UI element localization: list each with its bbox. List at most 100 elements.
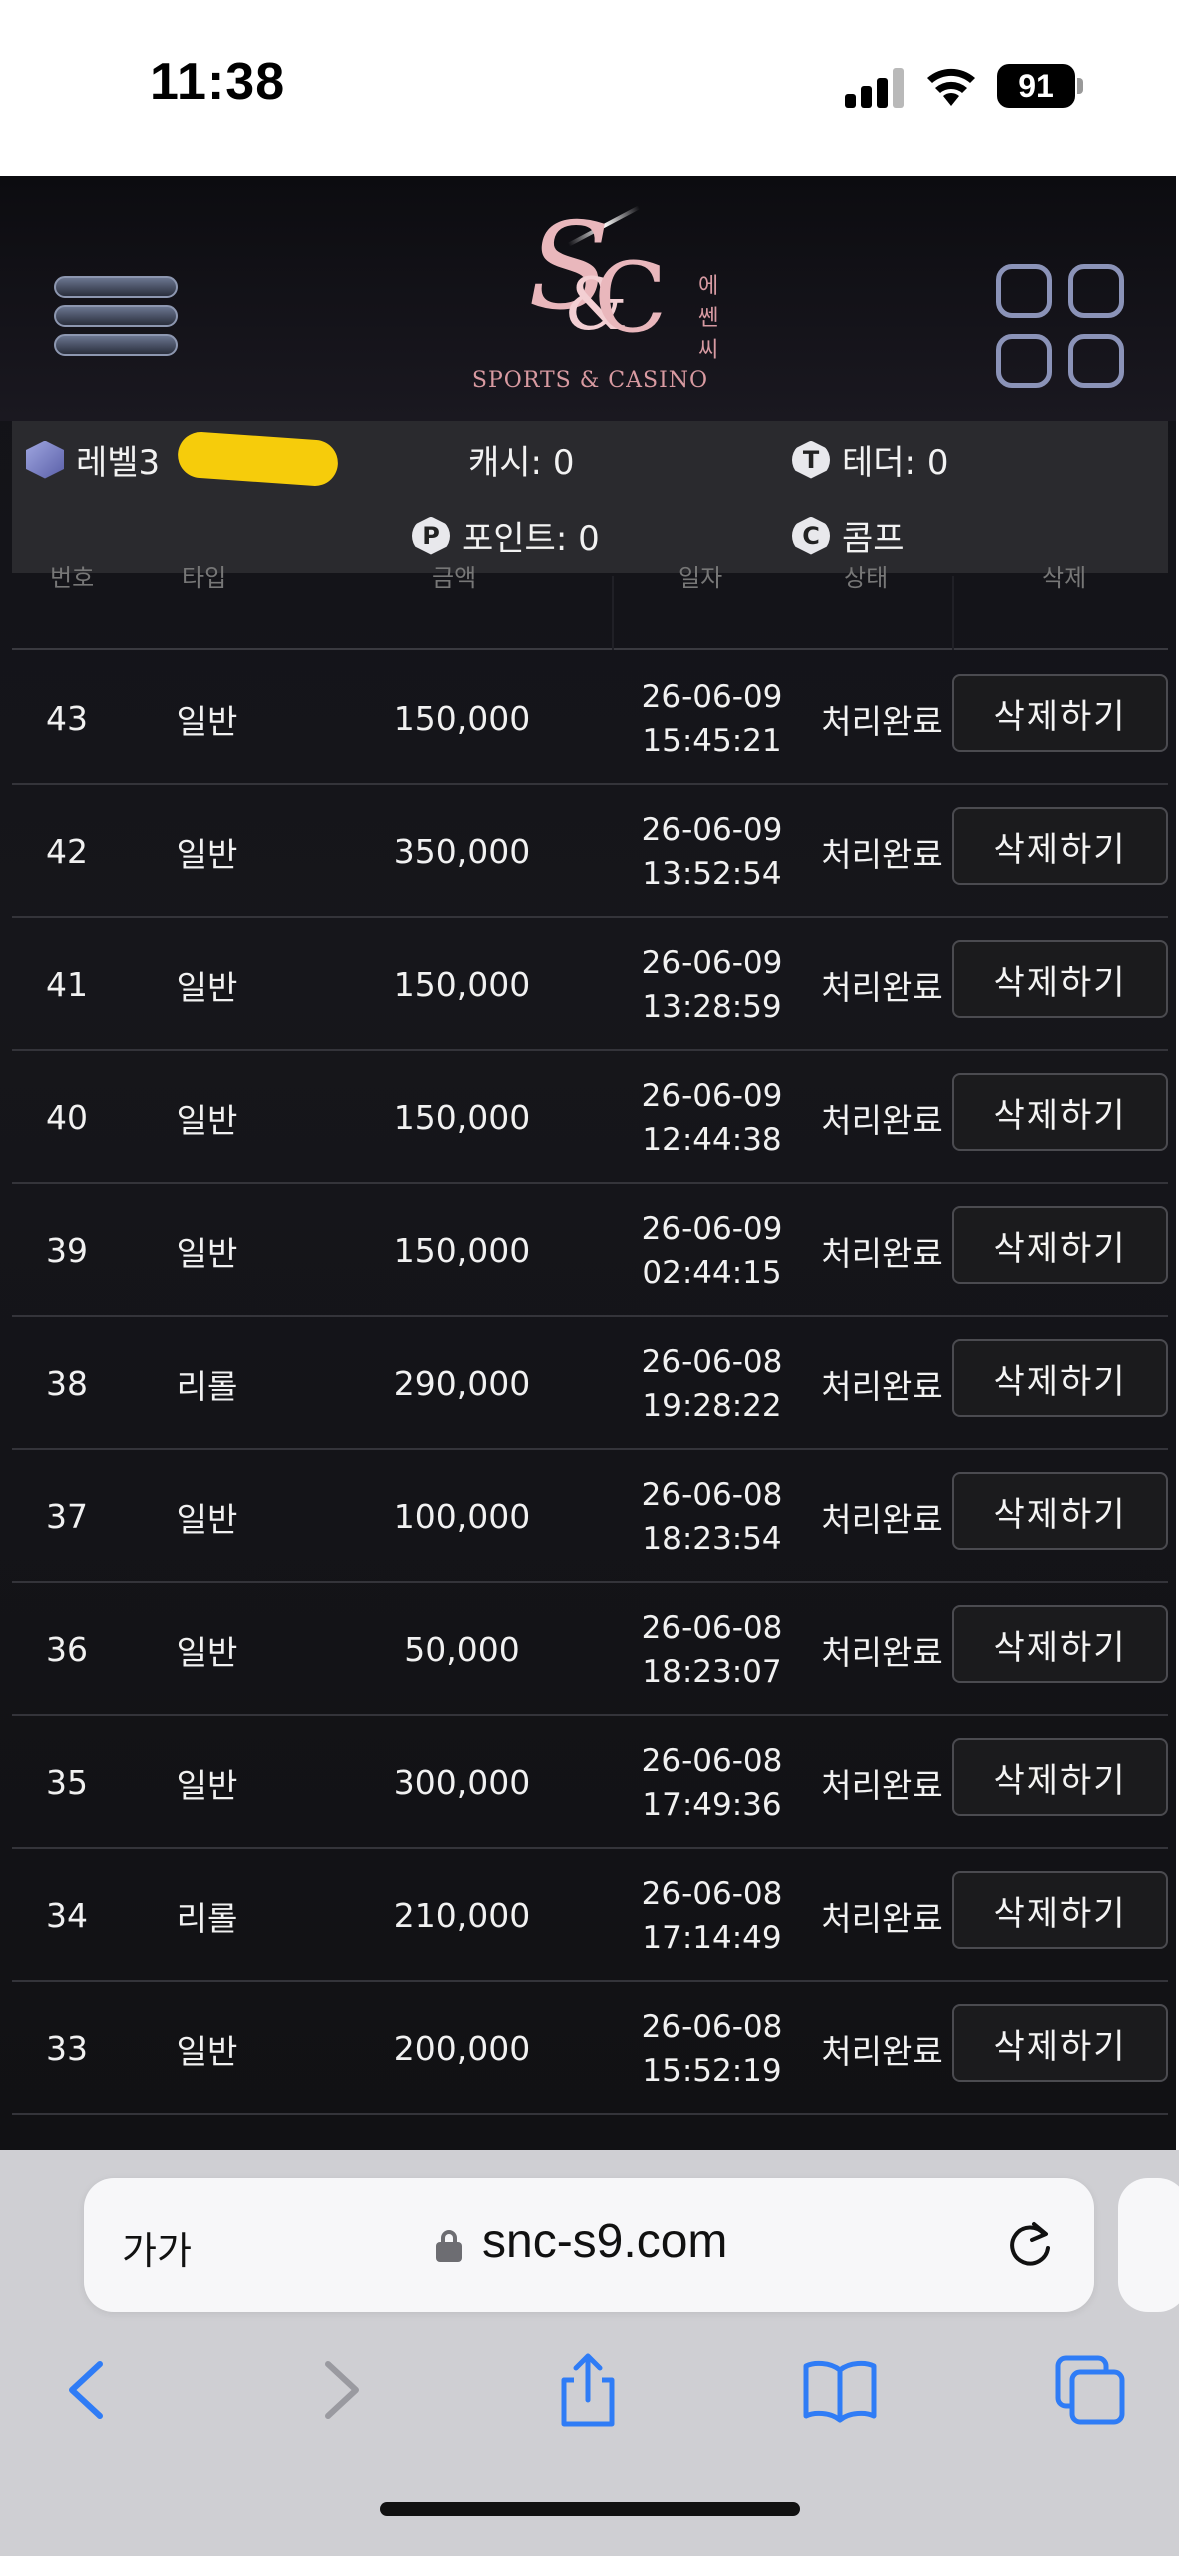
table-header: 번호 타입 금액 일자 상태 삭제 (12, 564, 1168, 650)
row-amount: 200,000 (393, 2029, 531, 2068)
delete-button[interactable]: 삭제하기 (952, 1206, 1168, 1284)
row-number: 38 (46, 1364, 88, 1403)
menu-icon[interactable] (54, 276, 178, 356)
row-datetime: 26-06-08 17:14:49 (641, 1875, 783, 1956)
back-icon[interactable] (48, 2350, 128, 2430)
grid-menu-icon[interactable] (996, 264, 1124, 388)
header-date: 일자 (678, 564, 723, 592)
table-row: 34 리롤 210,000 26-06-08 17:14:49 처리완료 삭제하기 (12, 1849, 1168, 1982)
delete-button[interactable]: 삭제하기 (952, 2004, 1168, 2082)
share-icon[interactable] (548, 2350, 628, 2430)
row-type: 일반 (176, 1233, 238, 1273)
row-datetime: 26-06-08 19:28:22 (641, 1343, 783, 1424)
site-logo[interactable]: S & C 에쎈씨 SPORTS & CASINO (470, 198, 719, 398)
status-time: 11:38 (150, 53, 286, 111)
url-text[interactable]: snc-s9.com (482, 2214, 727, 2269)
row-amount: 150,000 (393, 699, 531, 738)
forward-icon[interactable] (300, 2350, 380, 2430)
text-size-button[interactable]: 가가 (122, 2220, 192, 2275)
row-type: 일반 (176, 1765, 238, 1805)
row-amount: 350,000 (393, 832, 531, 871)
row-number: 42 (46, 832, 88, 871)
comp-balance[interactable]: C 콤프 (792, 511, 905, 560)
header-type: 타입 (182, 564, 227, 592)
row-amount: 150,000 (393, 1098, 531, 1137)
user-info-bar: 레벨3 회원 캐시: 0 T 테더: 0 P 포인트: 0 C 콤프 (12, 421, 1168, 573)
table-row: 38 리롤 290,000 26-06-08 19:28:22 처리완료 삭제하기 (12, 1317, 1168, 1450)
next-tab-preview[interactable] (1118, 2178, 1179, 2312)
delete-button[interactable]: 삭제하기 (952, 1472, 1168, 1550)
row-datetime: 26-06-09 13:28:59 (641, 944, 783, 1025)
header-delete: 삭제 (1042, 564, 1087, 592)
row-number: 39 (46, 1231, 88, 1270)
row-amount: 210,000 (393, 1896, 531, 1935)
delete-button[interactable]: 삭제하기 (952, 1871, 1168, 1949)
header-no: 번호 (50, 564, 95, 592)
delete-button[interactable]: 삭제하기 (952, 1738, 1168, 1816)
wifi-icon (927, 68, 975, 106)
table-row: 37 일반 100,000 26-06-08 18:23:54 처리완료 삭제하기 (12, 1450, 1168, 1583)
history-table: 43 일반 150,000 26-06-09 15:45:21 처리완료 삭제하기… (12, 652, 1168, 2115)
table-row: 35 일반 300,000 26-06-08 17:49:36 처리완료 삭제하기 (12, 1716, 1168, 1849)
reload-icon[interactable] (1004, 2218, 1056, 2272)
tether-balance: T 테더: 0 (792, 435, 948, 484)
cellular-signal-icon (845, 68, 907, 108)
delete-button[interactable]: 삭제하기 (952, 940, 1168, 1018)
row-status: 처리완료 (821, 1898, 943, 1938)
bookmarks-icon[interactable] (800, 2350, 880, 2430)
table-row: 41 일반 150,000 26-06-09 13:28:59 처리완료 삭제하기 (12, 918, 1168, 1051)
row-type: 일반 (176, 701, 238, 741)
table-row: 40 일반 150,000 26-06-09 12:44:38 처리완료 삭제하기 (12, 1051, 1168, 1184)
delete-button[interactable]: 삭제하기 (952, 674, 1168, 752)
row-status: 처리완료 (821, 967, 943, 1007)
row-number: 36 (46, 1630, 88, 1669)
row-amount: 290,000 (393, 1364, 531, 1403)
row-type: 일반 (176, 1499, 238, 1539)
row-status: 처리완료 (821, 1100, 943, 1140)
home-indicator[interactable] (380, 2502, 800, 2516)
row-amount: 150,000 (393, 965, 531, 1004)
table-row: 33 일반 200,000 26-06-08 15:52:19 처리완료 삭제하기 (12, 1982, 1168, 2115)
row-type: 일반 (176, 1632, 238, 1672)
row-type: 일반 (176, 967, 238, 1007)
row-type: 일반 (176, 834, 238, 874)
row-number: 37 (46, 1497, 88, 1536)
browser-toolbar: 가가 snc-s9.com (0, 2150, 1179, 2556)
row-number: 40 (46, 1098, 88, 1137)
row-type: 일반 (176, 2031, 238, 2071)
app-view: S & C 에쎈씨 SPORTS & CASINO 레벨3 회원 캐시: 0 T… (0, 176, 1179, 2150)
row-amount: 300,000 (393, 1763, 531, 1802)
row-amount: 50,000 (404, 1630, 520, 1669)
logo-subtitle: SPORTS & CASINO (471, 368, 709, 393)
delete-button[interactable]: 삭제하기 (952, 807, 1168, 885)
row-number: 41 (46, 965, 88, 1004)
comp-icon: C (792, 516, 830, 555)
address-bar[interactable]: 가가 snc-s9.com (84, 2178, 1094, 2312)
row-status: 처리완료 (821, 701, 943, 741)
tabs-icon[interactable] (1050, 2350, 1130, 2430)
battery-tip (1077, 78, 1083, 94)
row-type: 리롤 (176, 1898, 238, 1938)
row-amount: 150,000 (393, 1231, 531, 1270)
delete-button[interactable]: 삭제하기 (952, 1339, 1168, 1417)
points-balance: P 포인트: 0 (412, 511, 600, 560)
row-number: 35 (46, 1763, 88, 1802)
logo-korean-name: 에쎈씨 (698, 274, 719, 363)
delete-button[interactable]: 삭제하기 (952, 1605, 1168, 1683)
level-icon (26, 440, 64, 479)
row-number: 33 (46, 2029, 88, 2068)
row-amount: 100,000 (393, 1497, 531, 1536)
table-row: 39 일반 150,000 26-06-09 02:44:15 처리완료 삭제하기 (12, 1184, 1168, 1317)
status-bar: 11:38 91 (0, 0, 1179, 176)
row-datetime: 26-06-08 18:23:07 (641, 1609, 783, 1690)
row-datetime: 26-06-08 18:23:54 (641, 1476, 783, 1557)
row-datetime: 26-06-08 15:52:19 (641, 2008, 783, 2089)
table-row: 36 일반 50,000 26-06-08 18:23:07 처리완료 삭제하기 (12, 1583, 1168, 1716)
row-status: 처리완료 (821, 1366, 943, 1406)
tether-icon: T (792, 440, 830, 479)
row-status: 처리완료 (821, 1765, 943, 1805)
delete-button[interactable]: 삭제하기 (952, 1073, 1168, 1151)
points-icon: P (412, 516, 450, 555)
logo-emblem: S & C 에쎈씨 (528, 198, 719, 363)
row-status: 처리완료 (821, 834, 943, 874)
